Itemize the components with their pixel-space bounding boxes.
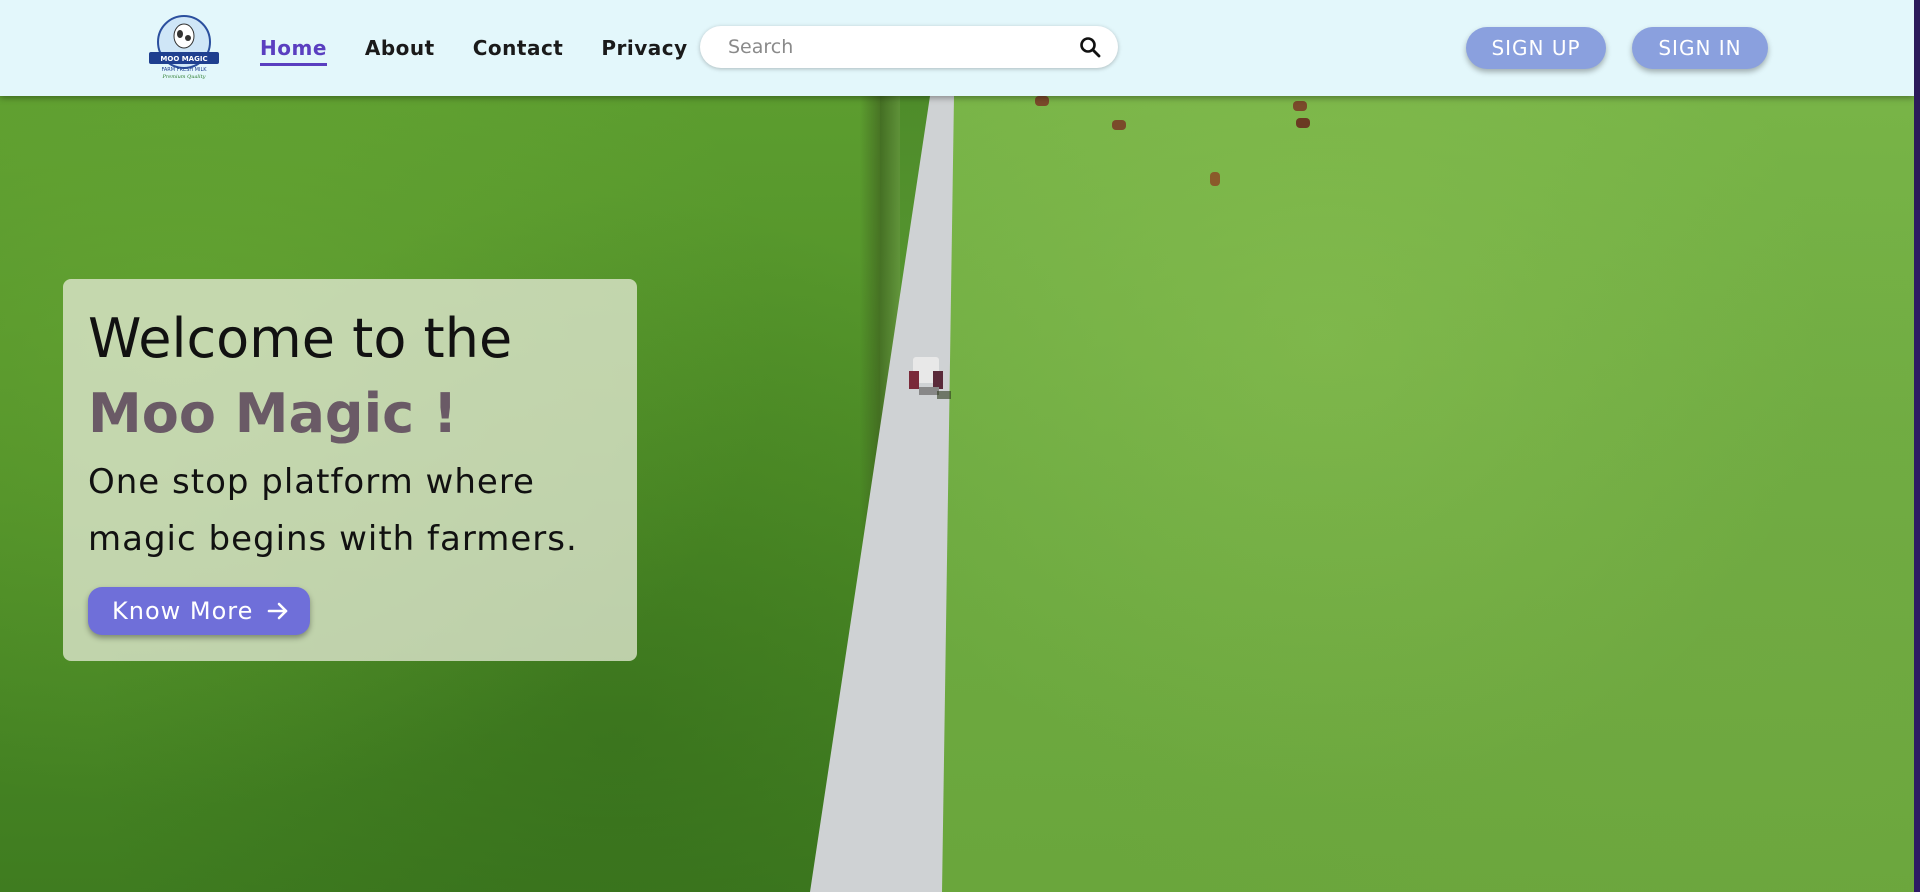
know-more-label: Know More [112,597,254,625]
nav-about[interactable]: About [365,36,435,66]
search-bar [700,26,1118,68]
cow-image [1293,101,1307,111]
know-more-button[interactable]: Know More [88,587,310,635]
nav-home[interactable]: Home [260,36,327,66]
site-header: MOO MAGIC FARM FRESH MILK Premium Qualit… [0,0,1914,96]
hero-subtitle: One stop platform where magic begins wit… [88,462,578,559]
cow-image [1035,96,1049,106]
search-icon[interactable] [1078,35,1102,59]
cow-image [1210,172,1220,186]
svg-text:FARM FRESH MILK: FARM FRESH MILK [161,67,207,73]
svg-text:Premium Quality: Premium Quality [162,74,206,80]
hero-brand-title: Moo Magic ! [88,382,458,445]
landing-page: MOO MAGIC FARM FRESH MILK Premium Qualit… [0,0,1914,892]
cow-logo-icon[interactable]: MOO MAGIC FARM FRESH MILK Premium Qualit… [145,14,223,80]
tractor-image [909,357,951,399]
main-nav: Home About Contact Privacy [260,36,726,66]
hero-title: Welcome to the [88,307,513,370]
page-scrollbar[interactable] [1914,0,1920,892]
sign-in-button[interactable]: SIGN IN [1632,27,1768,69]
arrow-right-icon [268,602,288,620]
search-input[interactable] [726,35,1070,59]
field-right [930,96,1914,892]
sign-up-button[interactable]: SIGN UP [1466,27,1606,69]
nav-contact[interactable]: Contact [473,36,564,66]
scrollbar-thumb[interactable] [1914,0,1920,210]
svg-text:MOO MAGIC: MOO MAGIC [160,55,207,63]
nav-privacy[interactable]: Privacy [601,36,687,66]
cow-image [1112,120,1126,130]
cow-image [1296,118,1310,128]
hero-card: Welcome to the Moo Magic ! One stop plat… [63,279,637,661]
